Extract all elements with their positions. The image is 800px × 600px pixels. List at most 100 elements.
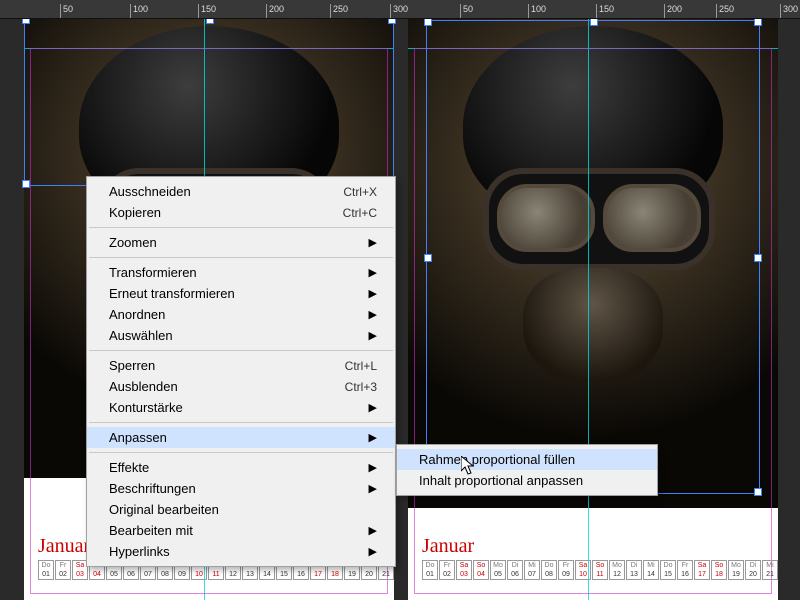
submenu-arrow-icon: ▶ xyxy=(369,266,377,279)
menu-item-label: Ausblenden xyxy=(109,379,178,394)
calendar-day-cell: Sa17 xyxy=(694,560,710,580)
calendar-day-cell: Di06 xyxy=(507,560,523,580)
calendar-month-title: Januar xyxy=(38,535,90,558)
menu-item-label: Effekte xyxy=(109,460,149,475)
document-page-right[interactable]: Januar Do01Fr02Sa03So04Mo05Di06Mi07Do08F… xyxy=(408,18,778,600)
menu-item-fit-content-proportionally[interactable]: Inhalt proportional anpassen xyxy=(397,470,657,491)
menu-separator xyxy=(89,227,393,228)
menu-item-label: Rahmen proportional füllen xyxy=(419,452,575,467)
menu-item-captions[interactable]: Beschriftungen ▶ xyxy=(87,478,395,499)
menu-item-label: Bearbeiten mit xyxy=(109,523,193,538)
calendar-day-cell: Sa03 xyxy=(456,560,472,580)
menu-item-hyperlinks[interactable]: Hyperlinks ▶ xyxy=(87,541,395,562)
menu-item-label: Kopieren xyxy=(109,205,161,220)
guide-vertical[interactable] xyxy=(588,18,589,600)
menu-item-fill-frame-proportionally[interactable]: Rahmen proportional füllen xyxy=(397,449,657,470)
menu-item-label: Inhalt proportional anpassen xyxy=(419,473,583,488)
menu-item-label: Beschriftungen xyxy=(109,481,196,496)
menu-item-shortcut: Ctrl+X xyxy=(343,185,377,199)
calendar-day-cell: Mo05 xyxy=(490,560,506,580)
calendar-day-row: Do01Fr02Sa03So04Mo05Di06Mi07Do08Fr09Sa10… xyxy=(422,560,778,580)
calendar-day-cell: Mi07 xyxy=(524,560,540,580)
ruler-tick: 300 xyxy=(780,4,798,18)
menu-item-fitting[interactable]: Anpassen ▶ xyxy=(87,427,395,448)
submenu-arrow-icon: ▶ xyxy=(369,329,377,342)
calendar-day-cell: Do15 xyxy=(660,560,676,580)
calendar-day-cell: So04 xyxy=(473,560,489,580)
menu-item-transform[interactable]: Transformieren ▶ xyxy=(87,262,395,283)
guide-horizontal[interactable] xyxy=(24,48,394,49)
menu-item-label: Transformieren xyxy=(109,265,197,280)
context-menu[interactable]: Ausschneiden Ctrl+X Kopieren Ctrl+C Zoom… xyxy=(86,176,396,567)
submenu-arrow-icon: ▶ xyxy=(369,431,377,444)
ruler-tick: 100 xyxy=(130,4,148,18)
ruler-tick: 50 xyxy=(460,4,473,18)
submenu-arrow-icon: ▶ xyxy=(369,545,377,558)
submenu-arrow-icon: ▶ xyxy=(369,308,377,321)
menu-item-arrange[interactable]: Anordnen ▶ xyxy=(87,304,395,325)
ruler-tick: 250 xyxy=(716,4,734,18)
ruler-tick: 50 xyxy=(60,4,73,18)
calendar-day-cell: Do01 xyxy=(38,560,54,580)
ruler-tick: 200 xyxy=(266,4,284,18)
calendar-day-cell: Fr02 xyxy=(55,560,71,580)
submenu-arrow-icon: ▶ xyxy=(369,236,377,249)
ruler-tick: 200 xyxy=(664,4,682,18)
menu-item-shortcut: Ctrl+3 xyxy=(345,380,377,394)
menu-item-edit-with[interactable]: Bearbeiten mit ▶ xyxy=(87,520,395,541)
menu-item-edit-original[interactable]: Original bearbeiten xyxy=(87,499,395,520)
submenu-arrow-icon: ▶ xyxy=(369,461,377,474)
calendar-day-cell: Mi21 xyxy=(762,560,778,580)
fitting-submenu[interactable]: Rahmen proportional füllen Inhalt propor… xyxy=(396,444,658,496)
menu-item-label: Zoomen xyxy=(109,235,157,250)
menu-item-label: Ausschneiden xyxy=(109,184,191,199)
calendar-day-cell: Mi14 xyxy=(643,560,659,580)
menu-item-retransform[interactable]: Erneut transformieren ▶ xyxy=(87,283,395,304)
calendar-day-cell: Sa10 xyxy=(575,560,591,580)
menu-item-stroke-weight[interactable]: Konturstärke ▶ xyxy=(87,397,395,418)
ruler-tick: 300 xyxy=(390,4,408,18)
menu-item-label: Hyperlinks xyxy=(109,544,170,559)
menu-item-hide[interactable]: Ausblenden Ctrl+3 xyxy=(87,376,395,397)
submenu-arrow-icon: ▶ xyxy=(369,287,377,300)
ruler-tick: 100 xyxy=(528,4,546,18)
menu-item-label: Konturstärke xyxy=(109,400,183,415)
calendar-month-title: Januar xyxy=(422,535,474,558)
calendar-day-cell: Mo12 xyxy=(609,560,625,580)
menu-item-lock[interactable]: Sperren Ctrl+L xyxy=(87,355,395,376)
menu-separator xyxy=(89,422,393,423)
menu-item-label: Sperren xyxy=(109,358,155,373)
photo-illustration xyxy=(523,268,663,388)
menu-item-shortcut: Ctrl+L xyxy=(345,359,377,373)
photo-illustration xyxy=(483,168,715,270)
calendar-day-cell: Di13 xyxy=(626,560,642,580)
horizontal-ruler[interactable]: 50 100 150 200 250 300 50 100 150 200 25… xyxy=(0,0,800,19)
submenu-arrow-icon: ▶ xyxy=(369,401,377,414)
image-frame-right[interactable] xyxy=(408,18,778,508)
calendar-day-cell: Fr16 xyxy=(677,560,693,580)
calendar-day-cell: Do08 xyxy=(541,560,557,580)
submenu-arrow-icon: ▶ xyxy=(369,524,377,537)
ruler-tick: 150 xyxy=(198,4,216,18)
ruler-tick: 250 xyxy=(330,4,348,18)
submenu-arrow-icon: ▶ xyxy=(369,482,377,495)
menu-item-shortcut: Ctrl+C xyxy=(343,206,377,220)
menu-item-effects[interactable]: Effekte ▶ xyxy=(87,457,395,478)
menu-item-cut[interactable]: Ausschneiden Ctrl+X xyxy=(87,181,395,202)
guide-horizontal[interactable] xyxy=(408,48,778,49)
calendar-day-cell: Mo19 xyxy=(728,560,744,580)
calendar-day-cell: So18 xyxy=(711,560,727,580)
menu-separator xyxy=(89,350,393,351)
calendar-day-cell: Di20 xyxy=(745,560,761,580)
menu-item-label: Original bearbeiten xyxy=(109,502,219,517)
calendar-day-cell: So11 xyxy=(592,560,608,580)
menu-separator xyxy=(89,257,393,258)
menu-separator xyxy=(89,452,393,453)
calendar-day-cell: Fr02 xyxy=(439,560,455,580)
menu-item-select[interactable]: Auswählen ▶ xyxy=(87,325,395,346)
menu-item-zoom[interactable]: Zoomen ▶ xyxy=(87,232,395,253)
menu-item-label: Anordnen xyxy=(109,307,165,322)
menu-item-copy[interactable]: Kopieren Ctrl+C xyxy=(87,202,395,223)
calendar-day-cell: Fr09 xyxy=(558,560,574,580)
calendar-day-cell: Do01 xyxy=(422,560,438,580)
